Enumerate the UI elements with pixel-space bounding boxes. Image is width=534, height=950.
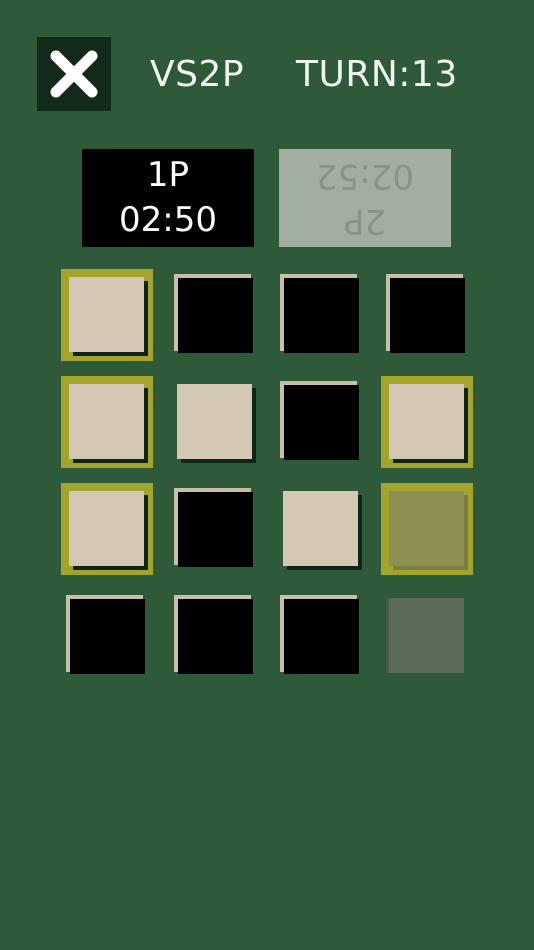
board-tile[interactable] (174, 488, 260, 574)
board-tile[interactable] (386, 274, 472, 360)
tile-face (69, 277, 144, 352)
tile-face (284, 278, 359, 353)
tile-face (69, 384, 144, 459)
tile-face (389, 384, 464, 459)
board-tile[interactable] (66, 595, 152, 681)
board-tile[interactable] (174, 274, 260, 360)
tile-face (283, 491, 358, 566)
board-tile[interactable] (280, 381, 366, 467)
board-tile[interactable] (280, 595, 366, 681)
board-tile[interactable] (386, 598, 472, 681)
tile-face (70, 599, 145, 674)
board-tile[interactable] (69, 277, 152, 360)
tile-face (178, 599, 253, 674)
tile-face (389, 491, 464, 566)
tile-face (284, 599, 359, 674)
tile-face (389, 598, 464, 673)
tile-face (178, 278, 253, 353)
board-tile[interactable] (69, 384, 152, 467)
board-tile[interactable] (389, 384, 472, 467)
tile-face (69, 491, 144, 566)
board-tile[interactable] (69, 491, 152, 574)
board-tile[interactable] (174, 595, 260, 681)
tile-face (177, 384, 252, 459)
tile-face (390, 278, 465, 353)
board-tile[interactable] (283, 491, 366, 574)
board-tile[interactable] (389, 491, 472, 574)
board-tile[interactable] (177, 384, 260, 467)
tile-face (284, 385, 359, 460)
board-tile[interactable] (280, 274, 366, 360)
game-board (0, 0, 534, 700)
tile-face (178, 492, 253, 567)
